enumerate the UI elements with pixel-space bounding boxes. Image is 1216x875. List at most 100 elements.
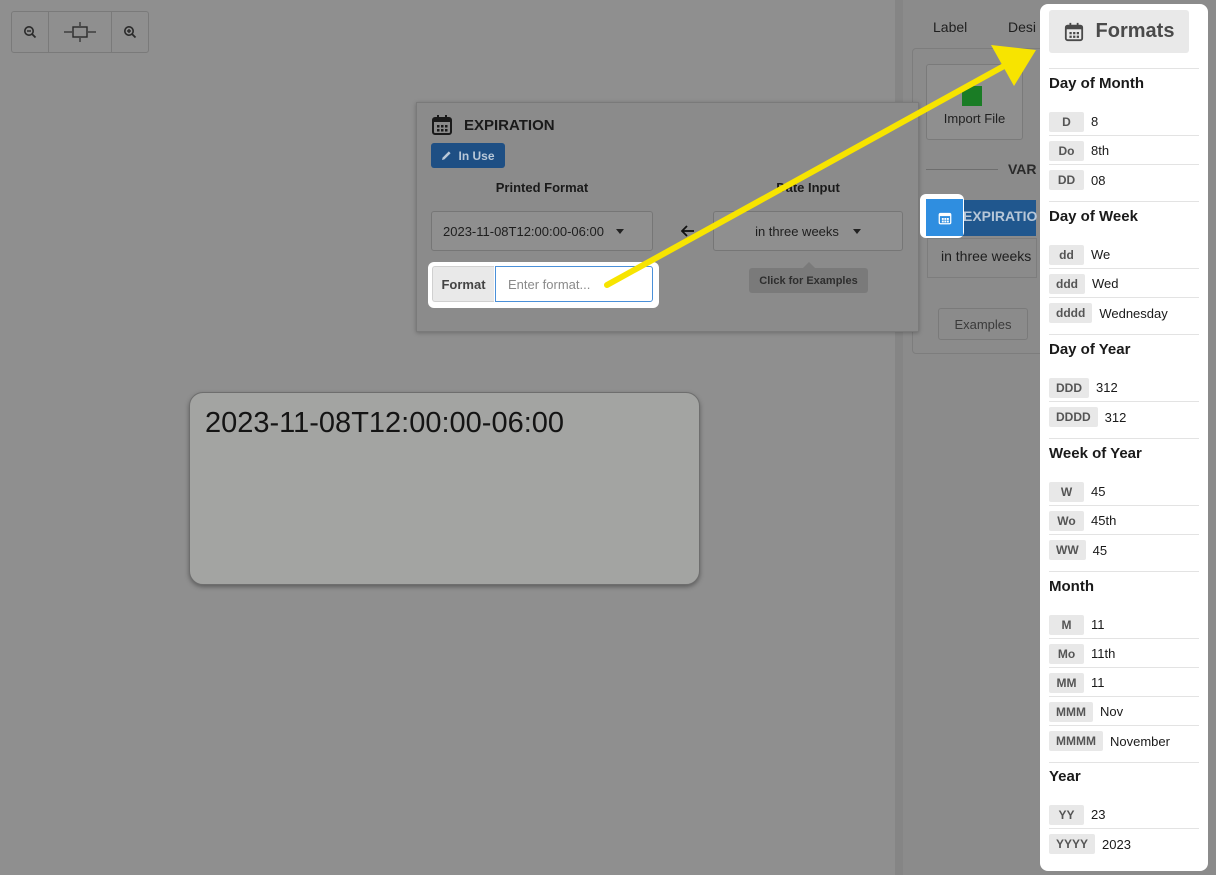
format-token[interactable]: W (1049, 481, 1084, 502)
zoom-out-button[interactable] (12, 12, 49, 52)
printed-format-select[interactable]: 2023-11-08T12:00:00-06:00 (431, 211, 653, 251)
format-group-divider (1049, 438, 1199, 439)
format-token[interactable]: dddd (1049, 303, 1093, 323)
printed-format-value: 2023-11-08T12:00:00-06:00 (443, 223, 604, 239)
format-token[interactable]: YYYY (1049, 834, 1096, 854)
format-example: 11th (1091, 646, 1116, 661)
tab-label[interactable]: Label (933, 19, 967, 35)
zoom-in-icon (124, 26, 137, 39)
format-group-title: Week of Year (1049, 445, 1142, 462)
format-token[interactable]: WW (1049, 540, 1086, 560)
format-row[interactable]: Wo 45th (1049, 507, 1199, 535)
format-row[interactable]: YYYY 2023 (1049, 830, 1199, 858)
format-row[interactable]: M 11 (1049, 611, 1199, 639)
format-group-title: Month (1049, 578, 1094, 595)
format-example: 08 (1091, 172, 1106, 188)
format-example: November (1109, 733, 1170, 749)
format-input[interactable] (495, 266, 653, 302)
variable-value: in three weeks (941, 248, 1032, 264)
format-row[interactable]: MM 11 (1049, 669, 1199, 697)
format-group-divider (1049, 762, 1199, 763)
variable-chip-label: EXPIRATIO (963, 208, 1038, 224)
format-group-divider (1049, 334, 1199, 335)
label-preview-text: 2023-11-08T12:00:00-06:00 (205, 407, 565, 439)
date-input-select[interactable]: in three weeks (713, 211, 903, 251)
in-use-label: In Use (458, 148, 495, 163)
expiration-title: EXPIRATION (464, 117, 555, 134)
format-row[interactable]: DD 08 (1049, 166, 1199, 194)
fit-width-icon (64, 22, 96, 42)
format-row[interactable]: Do 8th (1049, 137, 1199, 165)
calendar-icon (432, 115, 452, 135)
format-token[interactable]: YY (1049, 804, 1084, 825)
format-token[interactable]: dd (1049, 244, 1084, 265)
format-row[interactable]: dddd Wednesday (1049, 299, 1199, 327)
chevron-down-icon (852, 228, 861, 234)
format-group-title: Day of Month (1049, 75, 1144, 92)
format-example: 23 (1091, 807, 1106, 822)
format-group-title: Year (1049, 768, 1081, 785)
format-example: 312 (1096, 380, 1118, 395)
format-example: 11 (1091, 675, 1105, 690)
format-token[interactable]: D (1049, 111, 1084, 132)
examples-button[interactable]: Examples (938, 308, 1028, 340)
format-example: 2023 (1102, 836, 1131, 852)
date-input-value: in three weeks (755, 223, 839, 239)
format-example: 312 (1104, 409, 1127, 425)
format-token[interactable]: DDD (1049, 377, 1089, 398)
click-for-examples-tooltip[interactable]: Click for Examples (749, 268, 868, 293)
format-token[interactable]: MMM (1049, 701, 1093, 722)
format-row[interactable]: Mo 11th (1049, 640, 1199, 668)
divider-left (926, 169, 998, 170)
spreadsheet-icon (962, 86, 982, 106)
format-token[interactable]: DD (1049, 170, 1084, 190)
format-row[interactable]: W 45 (1049, 478, 1199, 506)
format-example: Wednesday (1099, 305, 1168, 321)
format-row[interactable]: MMMM November (1049, 727, 1199, 755)
format-row[interactable]: D8 (1049, 108, 1199, 136)
formats-header[interactable]: Formats (1049, 10, 1189, 53)
date-input-heading: Date Input (776, 180, 840, 195)
zoom-out-icon (24, 26, 37, 39)
printed-format-heading: Printed Format (495, 180, 589, 195)
zoom-in-button[interactable] (112, 12, 148, 52)
chevron-down-icon (615, 228, 624, 234)
import-file-label: Import File (943, 111, 1006, 126)
arrow-left-icon (681, 225, 694, 237)
format-label: Format (432, 266, 494, 302)
format-group-divider (1049, 571, 1199, 572)
format-group-divider (1049, 201, 1199, 202)
format-example: 11 (1091, 617, 1105, 632)
format-token[interactable]: Wo (1049, 510, 1084, 531)
formats-sidebar: Formats Day of Month D 8 Do 8th DD 08 Day of We… (1040, 4, 1208, 871)
format-example: 8 (1091, 114, 1099, 129)
zoom-toolbar (11, 11, 149, 53)
format-token[interactable]: MM (1049, 672, 1084, 693)
format-example: 8th (1091, 143, 1110, 158)
tab-design[interactable]: Desi (1008, 19, 1036, 35)
in-use-badge[interactable]: In Use (431, 143, 505, 168)
pencil-icon (442, 151, 452, 160)
format-row[interactable]: YY 23 (1049, 801, 1199, 829)
format-token[interactable]: Mo (1049, 643, 1084, 664)
format-token[interactable]: DDDD (1049, 407, 1098, 427)
format-example: 45 (1091, 484, 1106, 499)
format-row[interactable]: DDDD 312 (1049, 403, 1199, 431)
format-row[interactable]: dd We (1049, 241, 1199, 269)
calendar-icon (938, 212, 951, 224)
calendar-chip-button[interactable] (926, 199, 963, 236)
format-token[interactable]: Do (1049, 140, 1084, 161)
format-example: Nov (1100, 704, 1124, 719)
format-row[interactable]: DDD 312 (1049, 374, 1199, 402)
format-token[interactable]: MMMM (1049, 731, 1103, 751)
format-example: We (1091, 247, 1111, 262)
format-group-title: Day of Year (1049, 341, 1131, 358)
format-token[interactable]: ddd (1049, 273, 1085, 294)
fit-width-button[interactable] (49, 12, 112, 52)
format-row[interactable]: WW 45 (1049, 536, 1199, 564)
format-token[interactable]: M (1049, 614, 1084, 635)
formats-title: Formats (1095, 20, 1175, 42)
format-row[interactable]: MMM Nov (1049, 698, 1199, 726)
format-group-title: Day of Week (1049, 208, 1138, 225)
format-row[interactable]: ddd Wed (1049, 270, 1199, 298)
